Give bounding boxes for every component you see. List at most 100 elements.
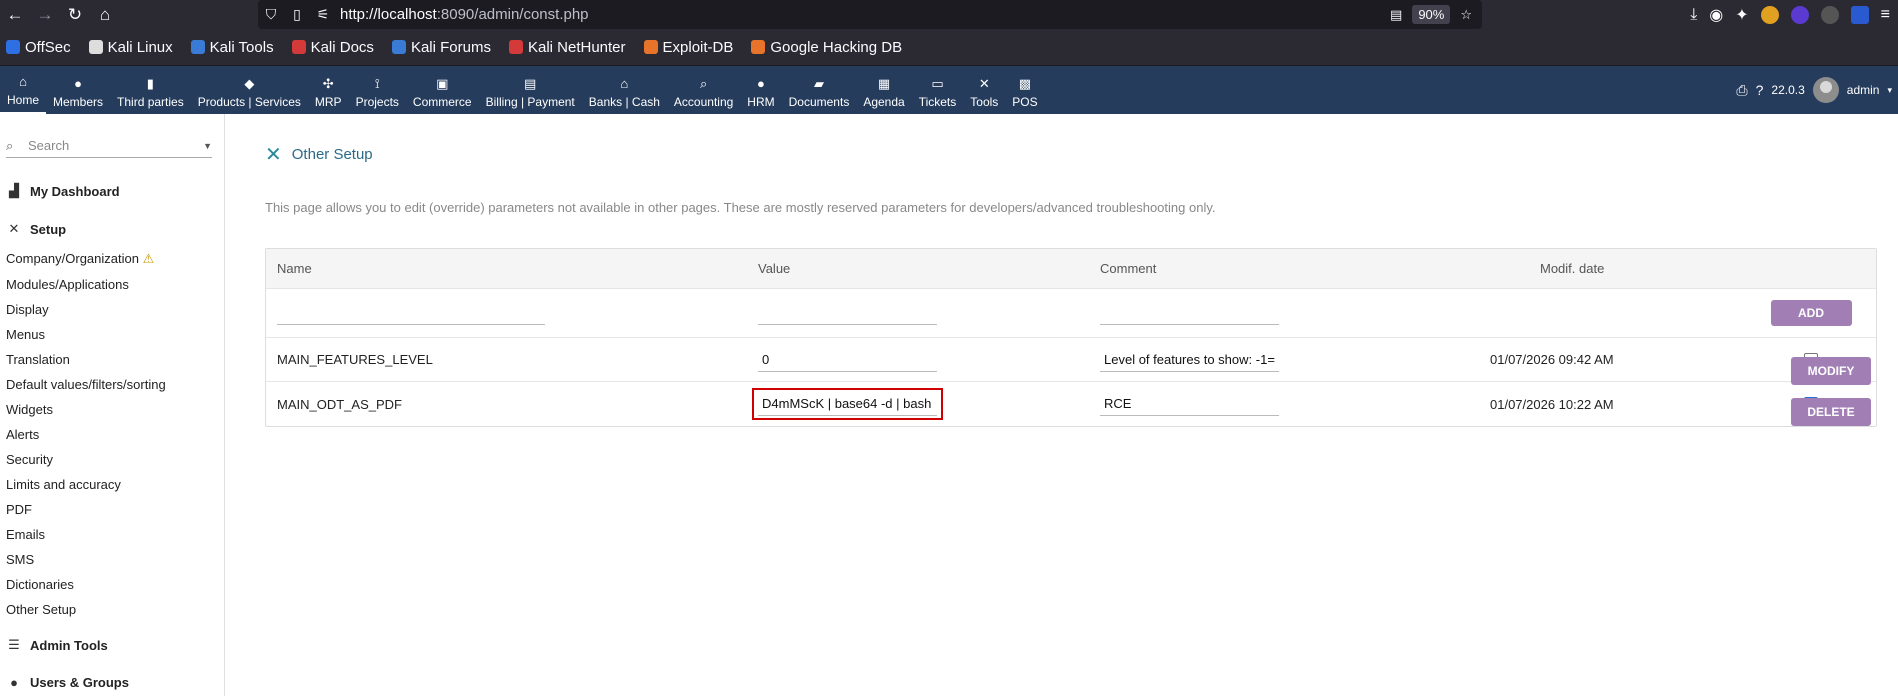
search-input[interactable]: ⌕ Search ▼ xyxy=(6,134,212,158)
extensions-icon[interactable]: ✦ xyxy=(1735,5,1748,25)
sidebar-item-setup[interactable]: ✕ Setup xyxy=(0,212,224,246)
bookmark-item[interactable]: Kali Linux xyxy=(88,39,173,56)
extension-icon[interactable] xyxy=(1850,5,1869,24)
const-value-input[interactable] xyxy=(758,392,937,416)
reload-icon[interactable]: ↻ xyxy=(60,0,90,29)
warning-icon: ⚠ xyxy=(142,251,155,266)
avatar[interactable] xyxy=(1812,77,1839,103)
account-icon[interactable]: ◉ xyxy=(1709,5,1723,25)
new-comment-input[interactable] xyxy=(1100,301,1279,325)
sidebar-item-limits[interactable]: Limits and accuracy xyxy=(0,472,224,497)
const-comment-input[interactable] xyxy=(1100,392,1279,416)
url-text[interactable]: http://localhost:8090/admin/const.php xyxy=(340,6,589,23)
new-value-input[interactable] xyxy=(758,301,937,325)
menu-agenda[interactable]: ▦ Agenda xyxy=(856,66,911,114)
menu-projects[interactable]: ⟟ Projects xyxy=(349,66,406,114)
chevron-down-icon[interactable]: ▾ xyxy=(1887,85,1892,96)
menu-icon[interactable]: ≡ xyxy=(1881,6,1890,24)
menu-commerce[interactable]: ▣ Commerce xyxy=(406,66,479,114)
tools-icon: ✕ xyxy=(8,221,20,236)
left-menu: ⌕ Search ▼ ▟ My Dashboard ✕ Setup Compan… xyxy=(0,114,225,696)
sidebar-item-dictionaries[interactable]: Dictionaries xyxy=(0,572,224,597)
sidebar-item-sms[interactable]: SMS xyxy=(0,547,224,572)
forward-icon[interactable]: → xyxy=(30,0,60,29)
sidebar-item-other-setup[interactable]: Other Setup xyxy=(0,597,224,622)
bookmark-star-icon[interactable]: ☆ xyxy=(1460,7,1472,23)
building-icon: ▮ xyxy=(146,76,154,91)
menu-products-services[interactable]: ◆ Products | Services xyxy=(191,66,308,114)
sidebar-item-my-dashboard[interactable]: ▟ My Dashboard xyxy=(0,174,224,208)
bookmark-item[interactable]: Google Hacking DB xyxy=(751,39,902,56)
bookmark-item[interactable]: Exploit-DB xyxy=(643,39,733,56)
menu-third-parties[interactable]: ▮ Third parties xyxy=(110,66,191,114)
menu-tools[interactable]: ✕ Tools xyxy=(963,66,1005,114)
sidebar-item-alerts[interactable]: Alerts xyxy=(0,422,224,447)
user-name[interactable]: admin xyxy=(1847,83,1880,97)
bookmark-item[interactable]: Kali Tools xyxy=(190,39,274,56)
menu-members[interactable]: ● Members xyxy=(46,66,110,114)
new-name-input[interactable] xyxy=(277,301,545,325)
extension-icon[interactable] xyxy=(1760,5,1779,24)
home-icon: ⌂ xyxy=(19,74,27,89)
bookmark-favicon-icon xyxy=(291,40,306,54)
bookmark-item[interactable]: Kali Forums xyxy=(391,39,491,56)
sidebar-item-display[interactable]: Display xyxy=(0,297,224,322)
reader-view-icon[interactable]: ▤ xyxy=(1390,7,1402,23)
bookmark-item[interactable]: Kali Docs xyxy=(291,39,374,56)
bookmark-item[interactable]: Kali NetHunter xyxy=(508,39,626,56)
menu-billing-payment[interactable]: ▤ Billing | Payment xyxy=(479,66,582,114)
suitcase-icon: ▣ xyxy=(436,76,449,91)
const-modif-date: 01/07/2026 10:22 AM xyxy=(1490,396,1614,412)
delete-button[interactable]: DELETE xyxy=(1791,398,1871,426)
add-button[interactable]: ADD xyxy=(1770,300,1852,326)
menu-banks-cash[interactable]: ⌂ Banks | Cash xyxy=(582,66,667,114)
home-icon[interactable]: ⌂ xyxy=(90,0,120,29)
back-icon[interactable]: ← xyxy=(0,0,30,29)
zoom-level[interactable]: 90% xyxy=(1412,5,1451,24)
modify-button[interactable]: MODIFY xyxy=(1791,357,1871,385)
page-icon: ▯ xyxy=(293,6,301,22)
ticket-icon: ▭ xyxy=(931,76,944,91)
chevron-down-icon[interactable]: ▼ xyxy=(203,141,212,151)
sidebar-item-menus[interactable]: Menus xyxy=(0,322,224,347)
bookmarks-bar: OffSec Kali Linux Kali Tools Kali Docs K… xyxy=(0,29,1898,66)
menu-pos[interactable]: ▩ POS xyxy=(1005,66,1044,114)
menu-documents[interactable]: ▰ Documents xyxy=(782,66,857,114)
sidebar-item-users-groups[interactable]: ● Users & Groups xyxy=(0,666,224,696)
sidebar-item-default-values[interactable]: Default values/filters/sorting xyxy=(0,372,224,397)
browser-extensions: ⤓ ◉ ✦ ≡ xyxy=(1690,0,1898,29)
menu-mrp[interactable]: ✣ MRP xyxy=(308,66,349,114)
sidebar-item-emails[interactable]: Emails xyxy=(0,522,224,547)
const-name: MAIN_FEATURES_LEVEL xyxy=(277,352,433,367)
extension-icon[interactable] xyxy=(1790,5,1809,24)
bank-icon: ⌂ xyxy=(620,76,629,91)
url-bar[interactable]: ⛉ ▯ ⚟ http://localhost:8090/admin/const.… xyxy=(258,0,1482,29)
sidebar-item-company[interactable]: Company/Organization ⚠ xyxy=(0,246,224,272)
menu-tickets[interactable]: ▭ Tickets xyxy=(912,66,964,114)
sidebar-item-admin-tools[interactable]: ☰ Admin Tools xyxy=(0,628,224,662)
const-value-input[interactable] xyxy=(758,347,937,372)
help-icon[interactable]: ? xyxy=(1756,82,1764,98)
cash-register-icon: ▩ xyxy=(1018,76,1032,91)
sidebar-item-widgets[interactable]: Widgets xyxy=(0,397,224,422)
tools-icon: ✕ xyxy=(978,76,990,91)
header-modif-date: Modif. date xyxy=(1540,261,1605,276)
const-name: MAIN_ODT_AS_PDF xyxy=(277,396,402,412)
download-icon[interactable]: ⤓ xyxy=(1690,6,1697,24)
bookmark-item[interactable]: OffSec xyxy=(6,39,71,56)
sidebar-item-translation[interactable]: Translation xyxy=(0,347,224,372)
const-comment-input[interactable] xyxy=(1100,347,1279,372)
print-icon[interactable]: ⎙ xyxy=(1736,82,1747,99)
sidebar-item-security[interactable]: Security xyxy=(0,447,224,472)
menu-accounting[interactable]: ⌕ Accounting xyxy=(667,66,740,114)
sidebar-item-pdf[interactable]: PDF xyxy=(0,497,224,522)
menu-hrm[interactable]: ● HRM xyxy=(740,66,781,114)
members-icon: ● xyxy=(74,76,82,91)
user-icon: ● xyxy=(10,675,18,690)
bookmark-favicon-icon xyxy=(391,40,406,54)
extension-icon[interactable] xyxy=(1820,5,1839,24)
shield-icon: ⛉ xyxy=(265,6,277,22)
constants-table: Name Value Comment Modif. date ADD MAIN_… xyxy=(265,248,1877,427)
sidebar-item-modules[interactable]: Modules/Applications xyxy=(0,272,224,297)
menu-home[interactable]: ⌂ Home xyxy=(0,66,47,114)
